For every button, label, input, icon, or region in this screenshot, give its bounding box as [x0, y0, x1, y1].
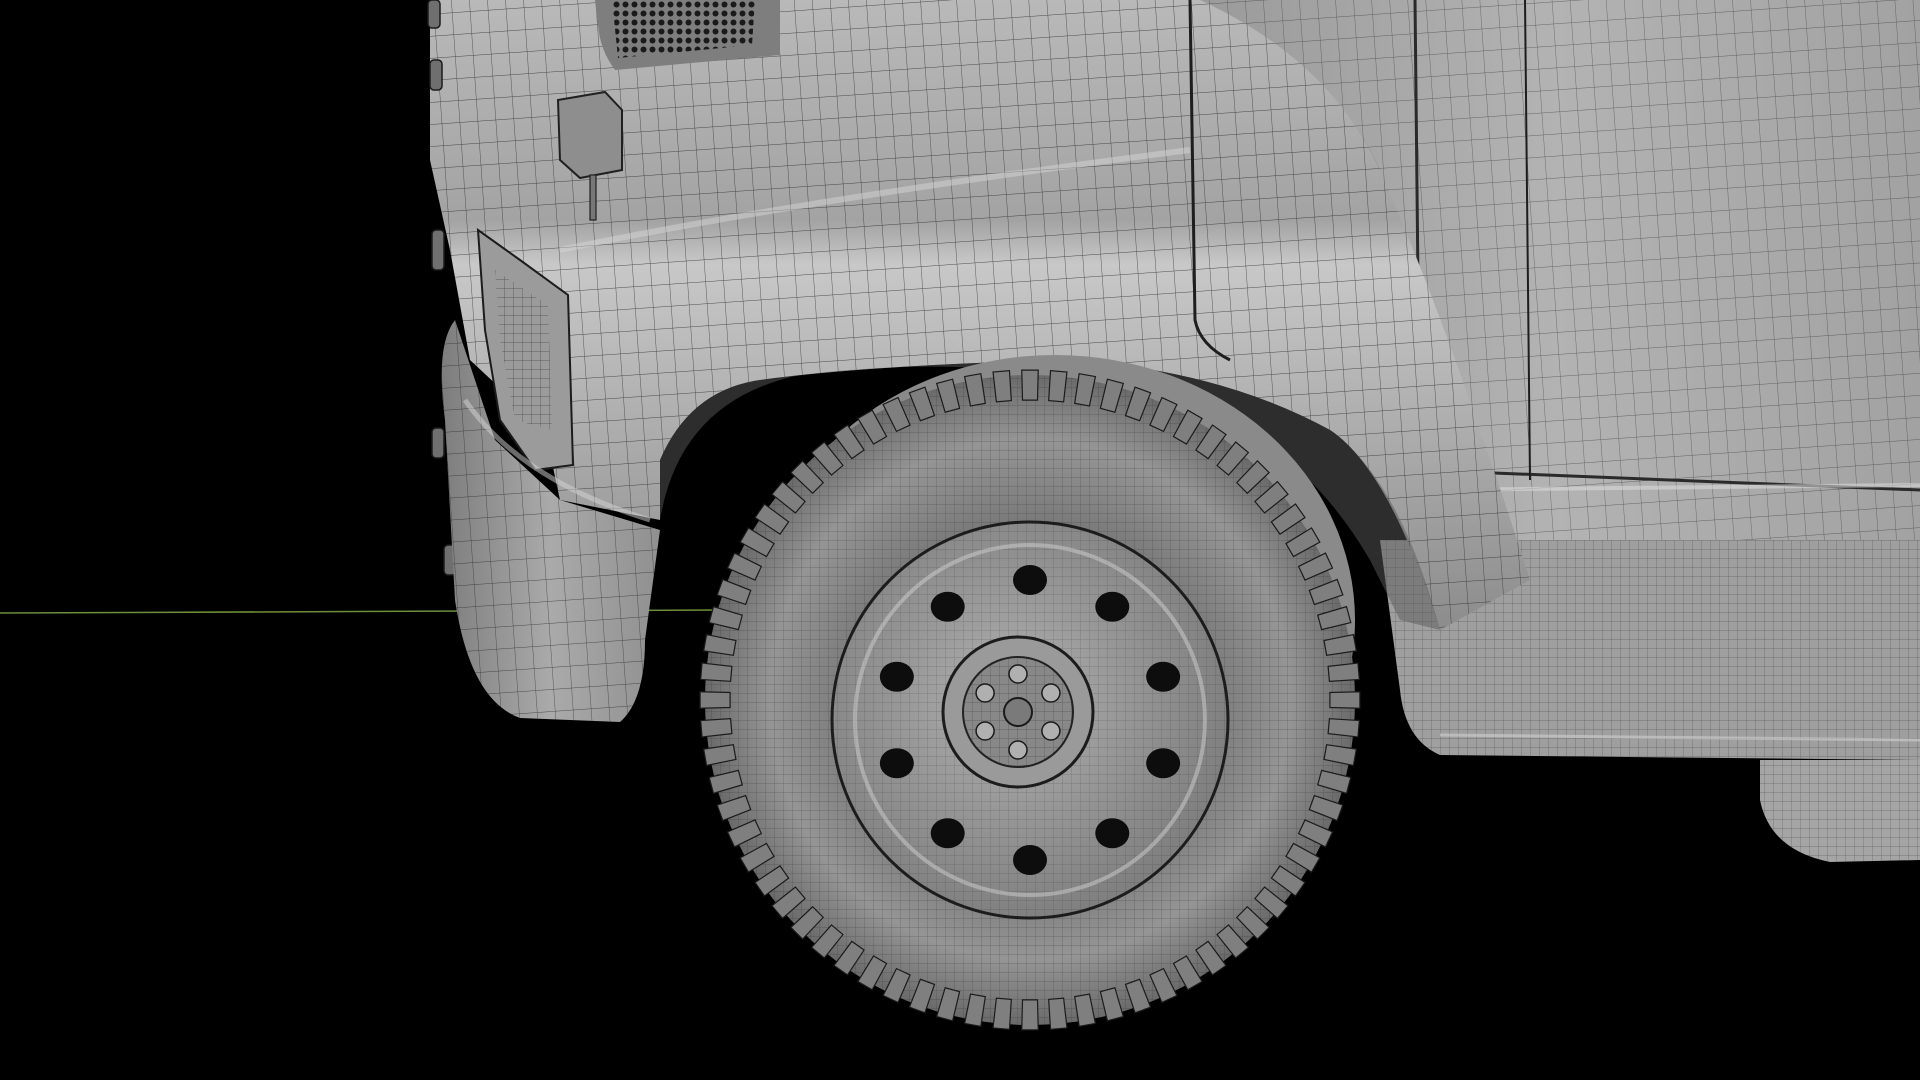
rim-hole — [1146, 748, 1181, 779]
tread-block — [1048, 997, 1068, 1031]
tread-block — [1021, 999, 1039, 1031]
tread-block — [1329, 691, 1361, 709]
rim-hole — [1013, 565, 1047, 595]
wireframe-scene — [0, 0, 1920, 1031]
lug-nut — [975, 721, 995, 741]
hub-cap — [941, 635, 1095, 789]
rim-hole — [879, 748, 914, 779]
tread-block — [992, 369, 1012, 403]
rim-hole — [1095, 818, 1130, 849]
tread-block — [699, 662, 733, 682]
tread-block — [1327, 718, 1361, 738]
tread-block — [1021, 369, 1039, 401]
lug-nut — [1008, 664, 1028, 684]
tread-block — [992, 997, 1012, 1031]
tread-block — [699, 718, 733, 738]
lug-nut — [975, 683, 995, 703]
lug-nut — [1041, 683, 1061, 703]
3d-viewport[interactable] — [0, 0, 1920, 1080]
rim-hole — [1146, 661, 1181, 692]
rim-hole — [1095, 591, 1130, 622]
tread-block — [1048, 369, 1068, 403]
rim-hole — [930, 818, 965, 849]
lug-nut — [1008, 740, 1028, 760]
rim-hole — [879, 661, 914, 692]
tread-block — [1327, 662, 1361, 682]
tread-block — [699, 691, 731, 709]
rim-hole — [930, 591, 965, 622]
rim-hole — [1013, 845, 1047, 875]
side-step — [1760, 760, 1920, 862]
lug-nut — [1041, 721, 1061, 741]
